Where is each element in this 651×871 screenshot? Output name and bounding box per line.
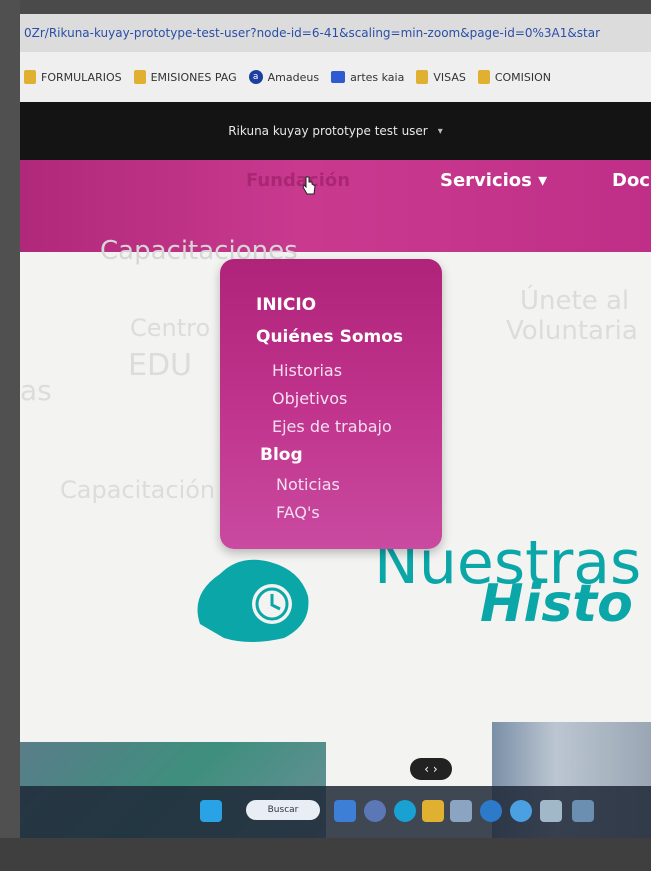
amadeus-icon: a: [248, 70, 263, 84]
hand-cursor-icon: [302, 176, 316, 195]
bg-centro: Centro: [130, 314, 211, 342]
url-text: 0Zr/Rikuna-kuyay-prototype-test-user?nod…: [24, 26, 601, 40]
carousel-arrows-icon[interactable]: ‹ ›: [410, 758, 452, 780]
nav-servicios[interactable]: Servicios ▾: [440, 170, 547, 191]
folder-icon: [477, 70, 490, 84]
folder-icon: [133, 70, 146, 84]
task-view-icon[interactable]: [334, 800, 356, 822]
bg-voluntaria: Voluntaria: [506, 316, 638, 346]
app-icon[interactable]: [510, 800, 532, 822]
clock-hand-logo-icon: [197, 559, 309, 642]
bookmark-amadeus[interactable]: a Amadeus: [248, 70, 319, 84]
hero-title-line2: Histo: [480, 574, 633, 634]
folder-icon: [24, 70, 36, 84]
bg-as: as: [20, 374, 52, 407]
photo-frame-top: [0, 0, 651, 14]
bookmarks-bar: FORMULARIOS EMISIONES PAG a Amadeus arte…: [20, 52, 651, 102]
menu-item-inicio[interactable]: INICIO: [256, 295, 316, 315]
bg-unete: Únete al: [520, 286, 630, 316]
chat-icon[interactable]: [364, 800, 386, 822]
bookmark-visas[interactable]: VISAS: [416, 70, 466, 84]
taskbar-search[interactable]: Buscar: [246, 800, 320, 820]
edge-browser-icon[interactable]: [394, 800, 416, 822]
menu-item-blog[interactable]: Blog: [260, 445, 303, 465]
menu-item-quienes-somos[interactable]: Quiénes Somos: [256, 327, 403, 347]
address-bar[interactable]: 0Zr/Rikuna-kuyay-prototype-test-user?nod…: [20, 14, 651, 52]
windows-start-icon[interactable]: [200, 800, 222, 822]
artes-icon: [331, 71, 346, 83]
menu-item-noticias[interactable]: Noticias: [276, 475, 340, 494]
menu-item-faqs[interactable]: FAQ's: [276, 503, 320, 522]
app-icon[interactable]: [540, 800, 562, 822]
folder-icon: [416, 70, 429, 84]
fundacion-dropdown-menu: INICIO Quiénes Somos Historias Objetivos…: [220, 259, 442, 549]
bookmark-emisiones[interactable]: EMISIONES PAG: [133, 70, 237, 84]
photo-frame-left: [0, 0, 20, 871]
windows-taskbar: Buscar: [20, 786, 651, 838]
app-icon[interactable]: [480, 800, 502, 822]
chevron-down-icon[interactable]: ▾: [438, 126, 443, 137]
nav-doc[interactable]: Doc: [612, 170, 650, 191]
photo-frame-bottom: [0, 838, 651, 871]
figma-prototype-bar: Rikuna kuyay prototype test user ▾: [20, 102, 651, 160]
menu-item-historias[interactable]: Historias: [272, 361, 342, 380]
bookmark-formularios[interactable]: FORMULARIOS: [24, 70, 122, 84]
file-title[interactable]: Rikuna kuyay prototype test user: [228, 124, 428, 138]
menu-item-objetivos[interactable]: Objetivos: [272, 389, 347, 408]
bookmark-artes[interactable]: artes kaia: [331, 71, 404, 84]
bg-edu: EDU: [128, 348, 193, 383]
bookmark-comision[interactable]: COMISION: [477, 70, 551, 84]
menu-item-ejes-de-trabajo[interactable]: Ejes de trabajo: [272, 417, 392, 436]
app-icon[interactable]: [572, 800, 594, 822]
store-icon[interactable]: [450, 800, 472, 822]
file-explorer-icon[interactable]: [422, 800, 444, 822]
nav-fundacion[interactable]: Fundación: [246, 170, 350, 191]
monitor-screen: 0Zr/Rikuna-kuyay-prototype-test-user?nod…: [20, 14, 651, 838]
bg-capacitacion: Capacitación: [60, 476, 216, 504]
